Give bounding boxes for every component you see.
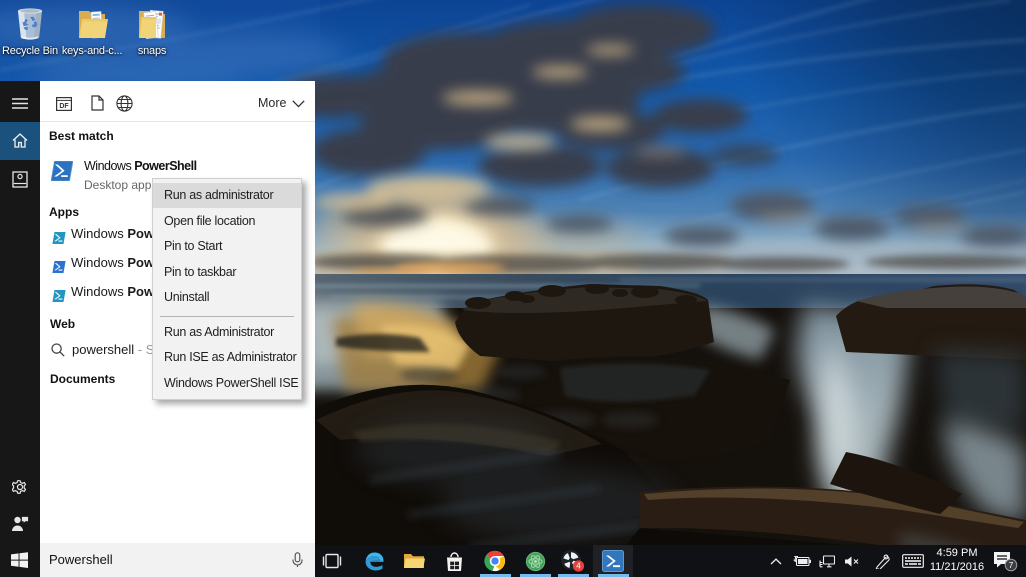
svg-text:DF: DF <box>59 103 69 110</box>
svg-text:4: 4 <box>576 561 581 570</box>
svg-text:7: 7 <box>1009 560 1014 570</box>
